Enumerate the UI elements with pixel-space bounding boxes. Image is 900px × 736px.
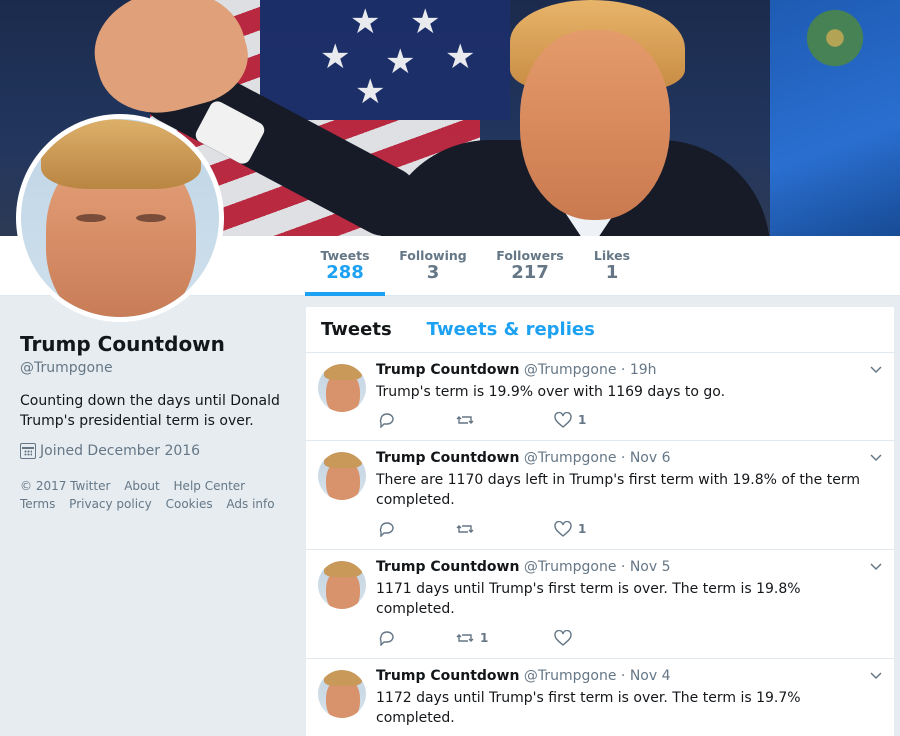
- nav-followers[interactable]: Followers 217: [490, 236, 570, 296]
- tweet-header: Trump Countdown @Trumpgone · Nov 5: [376, 559, 671, 575]
- tweet-meta[interactable]: @Trumpgone · Nov 6: [524, 450, 671, 466]
- footer-privacy-link[interactable]: Privacy policy: [69, 497, 152, 511]
- nav-tweets-count: 288: [326, 262, 364, 283]
- nav-followers-count: 217: [511, 262, 549, 283]
- nav-followers-label: Followers: [496, 248, 564, 263]
- nav-following[interactable]: Following 3: [395, 236, 471, 296]
- profile-card: Trump Countdown @Trumpgone Counting down…: [20, 332, 290, 513]
- timeline: Tweets Tweets & replies Trump Countdown …: [306, 307, 894, 736]
- tweet-header: Trump Countdown @Trumpgone · Nov 4: [376, 668, 671, 684]
- timeline-tabs: Tweets Tweets & replies: [306, 307, 894, 353]
- reply-button[interactable]: [378, 412, 396, 428]
- tweet-actions: 1: [376, 521, 676, 541]
- profile-handle[interactable]: @Trumpgone: [20, 360, 290, 376]
- tweet-avatar[interactable]: [318, 670, 366, 718]
- nav-tweets[interactable]: Tweets 288: [305, 236, 385, 296]
- tweet-author-name[interactable]: Trump Countdown: [376, 362, 519, 378]
- tweet-avatar[interactable]: [318, 452, 366, 500]
- like-button[interactable]: 1: [554, 521, 586, 537]
- reply-icon: [379, 631, 394, 646]
- reply-icon: [379, 522, 394, 537]
- like-count: 1: [578, 413, 587, 427]
- retweet-count: 1: [480, 631, 489, 645]
- footer-terms-link[interactable]: Terms: [20, 497, 55, 511]
- tweet-avatar[interactable]: [318, 561, 366, 609]
- calendar-icon: [20, 443, 36, 459]
- tweet-meta[interactable]: @Trumpgone · Nov 4: [524, 668, 671, 684]
- chevron-down-icon[interactable]: [870, 669, 882, 681]
- heart-icon: [554, 412, 572, 428]
- tweet-text: 1172 days until Trump's first term is ov…: [376, 690, 801, 726]
- footer-cookies-link[interactable]: Cookies: [166, 497, 213, 511]
- profile-joined: Joined December 2016: [20, 443, 290, 459]
- chevron-down-icon[interactable]: [870, 560, 882, 572]
- profile-bio: Counting down the days until Donald Trum…: [20, 393, 280, 429]
- tweet-header: Trump Countdown @Trumpgone · Nov 6: [376, 450, 671, 466]
- tweet-text: There are 1170 days left in Trump's firs…: [376, 472, 860, 508]
- tweet-text: 1171 days until Trump's first term is ov…: [376, 581, 801, 617]
- tab-tweets[interactable]: Tweets: [321, 319, 392, 340]
- footer-about-link[interactable]: About: [124, 479, 159, 493]
- retweet-icon: [456, 525, 474, 533]
- tweet-item[interactable]: Trump Countdown @Trumpgone · Nov 4 1172 …: [306, 659, 894, 736]
- chevron-down-icon[interactable]: [870, 363, 882, 375]
- tweet-item[interactable]: Trump Countdown @Trumpgone · Nov 5 1171 …: [306, 550, 894, 659]
- nav-likes[interactable]: Likes 1: [588, 236, 636, 296]
- nav-likes-count: 1: [605, 262, 619, 283]
- heart-icon: [554, 521, 572, 537]
- retweet-button[interactable]: [456, 412, 480, 428]
- nav-following-label: Following: [399, 248, 467, 263]
- state-flag-graphic: [770, 0, 900, 236]
- like-count: 1: [578, 522, 587, 536]
- footer-ads-link[interactable]: Ads info: [226, 497, 274, 511]
- heart-icon: [554, 630, 572, 646]
- retweet-icon: [456, 416, 474, 424]
- footer-help-link[interactable]: Help Center: [174, 479, 246, 493]
- reply-button[interactable]: [378, 630, 396, 646]
- tweet-text: Trump's term is 19.9% over with 1169 day…: [376, 384, 726, 400]
- tweet-item[interactable]: Trump Countdown @Trumpgone · 19h Trump's…: [306, 353, 894, 441]
- nav-tweets-label: Tweets: [320, 248, 370, 263]
- footer-links: © 2017 Twitter About Help Center Terms P…: [20, 477, 290, 513]
- tweet-item[interactable]: Trump Countdown @Trumpgone · Nov 6 There…: [306, 441, 894, 550]
- nav-following-count: 3: [426, 262, 440, 283]
- tweet-author-name[interactable]: Trump Countdown: [376, 559, 519, 575]
- profile-name[interactable]: Trump Countdown: [20, 332, 290, 356]
- tweet-actions: 1: [376, 630, 676, 650]
- chevron-down-icon[interactable]: [870, 451, 882, 463]
- like-button[interactable]: 1: [554, 412, 586, 428]
- retweet-icon: [456, 634, 474, 642]
- like-button[interactable]: [554, 630, 578, 646]
- reply-button[interactable]: [378, 521, 396, 537]
- joined-date: Joined December 2016: [40, 443, 201, 459]
- footer-copyright: © 2017 Twitter: [20, 479, 111, 493]
- tweet-meta[interactable]: @Trumpgone · Nov 5: [524, 559, 671, 575]
- tweet-meta[interactable]: @Trumpgone · 19h: [524, 362, 657, 378]
- retweet-button[interactable]: 1: [456, 630, 488, 646]
- retweet-button[interactable]: [456, 521, 480, 537]
- reply-icon: [379, 413, 394, 428]
- tweet-avatar[interactable]: [318, 364, 366, 412]
- tab-tweets-replies[interactable]: Tweets & replies: [427, 319, 595, 340]
- nav-likes-label: Likes: [593, 248, 631, 263]
- tweet-header: Trump Countdown @Trumpgone · 19h: [376, 362, 657, 378]
- profile-avatar[interactable]: [16, 114, 224, 322]
- banner-person-graphic: [380, 0, 770, 236]
- tweet-author-name[interactable]: Trump Countdown: [376, 668, 519, 684]
- tweet-author-name[interactable]: Trump Countdown: [376, 450, 519, 466]
- tweet-actions: 1: [376, 412, 676, 432]
